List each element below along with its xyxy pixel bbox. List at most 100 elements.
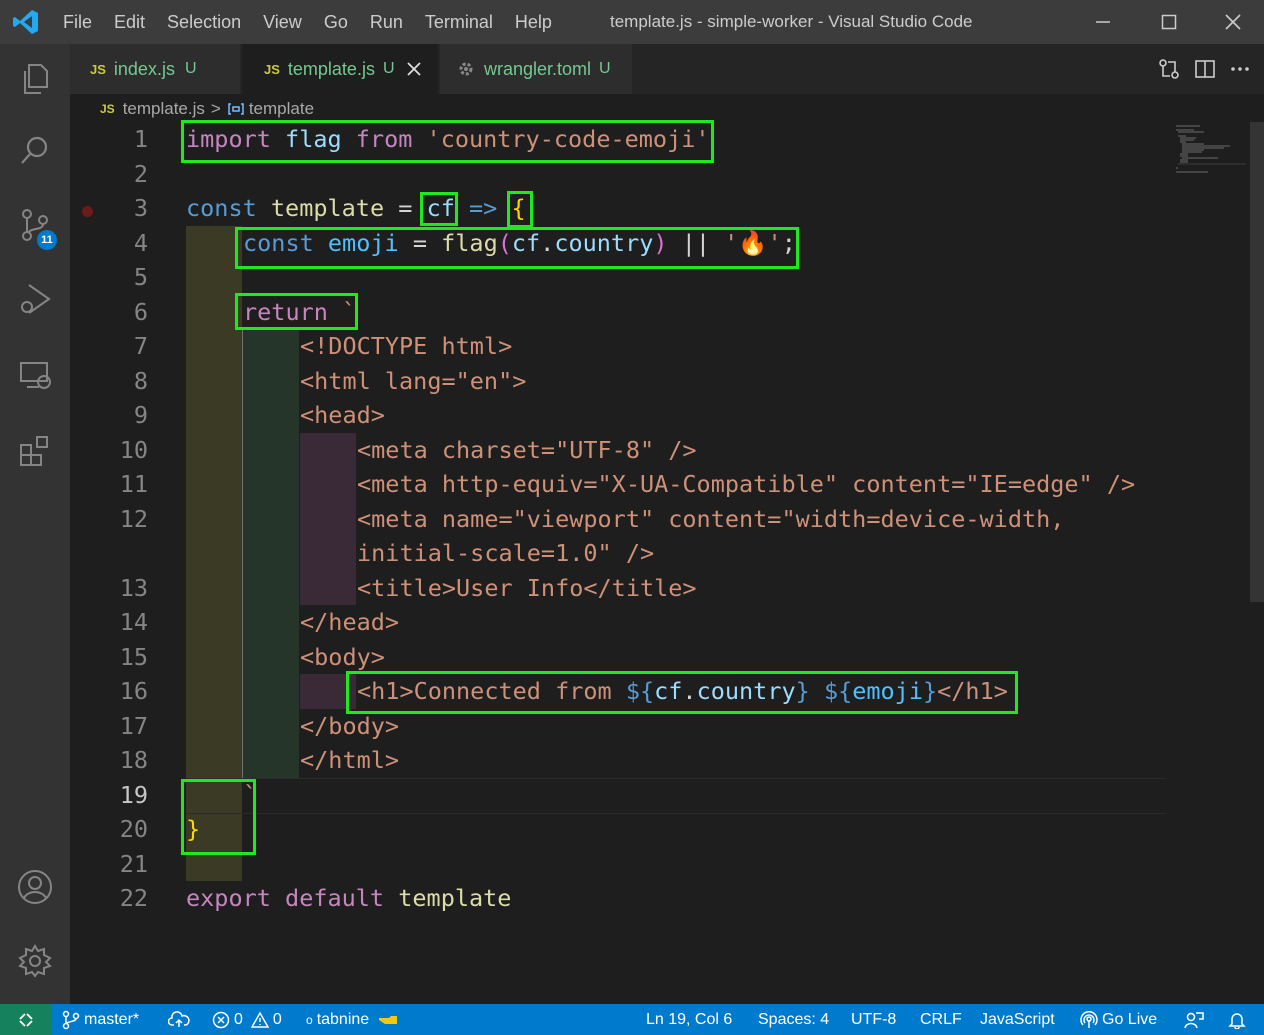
line-number: 4: [133, 228, 148, 257]
line-number: 18: [119, 746, 148, 774]
menu-edit[interactable]: Edit: [103, 12, 156, 33]
run-debug-button[interactable]: [0, 264, 70, 334]
encoding-setting[interactable]: UTF-8: [851, 1004, 896, 1035]
compare-changes-icon[interactable]: [1158, 58, 1180, 80]
line-code: <!DOCTYPE html>: [300, 332, 513, 360]
cloud-sync-icon: [168, 1010, 190, 1027]
source-control-button[interactable]: 11: [0, 190, 70, 260]
scm-badge: 11: [37, 230, 57, 250]
line-code: <meta name="viewport" content="width=dev…: [357, 504, 1065, 533]
line-number: 15: [119, 642, 148, 671]
split-editor-icon[interactable]: [1194, 58, 1216, 80]
menu-go[interactable]: Go: [313, 12, 359, 33]
language-mode[interactable]: JavaScript: [980, 1004, 1055, 1035]
feedback-button[interactable]: [1184, 1004, 1204, 1035]
menu-bar: File Edit Selection View Go Run Terminal…: [52, 0, 563, 44]
breadcrumb: JS template.js > template: [100, 96, 314, 122]
tab-index-js[interactable]: JS index.js U: [70, 44, 240, 94]
menu-file[interactable]: File: [52, 12, 103, 33]
title-bar: File Edit Selection View Go Run Terminal…: [0, 0, 1264, 44]
tab-label: index.js: [113, 58, 175, 79]
line-number: 2: [133, 159, 148, 188]
tab-status: U: [184, 60, 197, 77]
tabnine-indicator[interactable]: o tabnine: [306, 1004, 399, 1035]
menu-help[interactable]: Help: [504, 12, 563, 33]
more-actions-icon[interactable]: [1230, 59, 1250, 79]
menu-selection[interactable]: Selection: [156, 12, 252, 33]
remote-indicator[interactable]: [0, 1004, 52, 1035]
eol-setting[interactable]: CRLF: [920, 1004, 962, 1035]
maximize-button[interactable]: [1136, 0, 1202, 44]
js-file-icon: JS: [90, 61, 106, 77]
code-editor[interactable]: 1 import flag from 'country-code-emoji' 2…: [70, 120, 1264, 1004]
annotation-box: [346, 671, 1018, 714]
tab-wrangler-toml[interactable]: wrangler.toml U: [440, 44, 632, 94]
broadcast-icon: [1080, 1010, 1098, 1028]
indentation-setting[interactable]: Spaces: 4: [758, 1004, 829, 1035]
line-code: </html>: [300, 746, 400, 774]
go-live-label: Go Live: [1102, 1010, 1158, 1028]
menu-run[interactable]: Run: [359, 12, 414, 33]
tab-template-js[interactable]: JS template.js U: [242, 44, 438, 94]
files-icon: [24, 64, 48, 94]
minimap[interactable]: [1174, 122, 1250, 182]
line-number: 19: [119, 780, 148, 809]
branch-indicator[interactable]: master*: [62, 1004, 139, 1035]
tab-status: U: [599, 60, 611, 77]
line-code: <html lang="en">: [300, 366, 527, 395]
js-file-icon: JS: [264, 61, 280, 77]
code-line: 9 <head>: [70, 398, 1246, 433]
line-number: 7: [133, 332, 148, 360]
close-window-button[interactable]: [1200, 0, 1264, 44]
code-line: 10 <meta charset="UTF-8" />: [70, 433, 1246, 468]
code-line: 22 export default template: [70, 881, 1246, 916]
gear-file-icon: [459, 62, 473, 76]
minimize-button[interactable]: [1070, 0, 1136, 44]
code-line: 7 <!DOCTYPE html>: [70, 329, 1246, 364]
js-file-icon: JS: [100, 102, 115, 116]
line-number: 9: [133, 401, 148, 429]
explorer-button[interactable]: [0, 44, 70, 114]
extensions-icon: [20, 436, 48, 466]
warning-icon: [250, 1010, 269, 1028]
line-number: 17: [119, 711, 148, 740]
editor-scrollbar[interactable]: [1250, 122, 1264, 602]
account-icon: [18, 870, 52, 904]
breadcrumb-file[interactable]: template.js: [123, 99, 205, 119]
cursor-position[interactable]: Ln 19, Col 6: [646, 1004, 732, 1035]
accounts-button[interactable]: [0, 852, 70, 922]
remote-explorer-button[interactable]: [0, 340, 70, 410]
menu-view[interactable]: View: [252, 12, 313, 33]
editor-tab-bar: JS index.js U JS template.js U wrangler.…: [70, 44, 1264, 94]
tabnine-dot-icon: o: [306, 1012, 313, 1027]
status-bar: master* 0 0 o tabnine Ln 19, Col 6 Space…: [0, 1004, 1264, 1035]
run-debug-icon: [21, 284, 51, 314]
manage-button[interactable]: [0, 926, 70, 996]
menu-terminal[interactable]: Terminal: [414, 12, 504, 33]
annotation-box: [507, 191, 533, 228]
line-code: <title>User Info</title>: [357, 573, 697, 602]
remote-icon: [19, 1012, 33, 1027]
search-button[interactable]: [0, 116, 70, 186]
go-live-button[interactable]: Go Live: [1080, 1004, 1157, 1035]
code-line: 12 <meta name="viewport" content="width=d…: [70, 502, 1246, 537]
close-tab-icon[interactable]: [406, 62, 421, 76]
line-number: 11: [119, 470, 148, 498]
line-number: 13: [119, 573, 148, 602]
close-icon: [1225, 14, 1241, 30]
gear-icon: [18, 944, 52, 978]
extensions-button[interactable]: [0, 416, 70, 486]
hand-pointer-icon: [379, 1015, 398, 1024]
annotation-box: [420, 192, 458, 226]
problems-indicator[interactable]: 0 0: [212, 1004, 282, 1035]
line-number: 3: [133, 194, 148, 222]
line-number: 6: [133, 297, 148, 326]
notifications-button[interactable]: [1228, 1004, 1246, 1035]
sync-button[interactable]: [168, 1004, 190, 1035]
breadcrumb-symbol[interactable]: template: [249, 99, 314, 119]
tab-status: U: [382, 60, 395, 77]
remote-explorer-icon: [20, 362, 51, 389]
line-code: export default template: [186, 884, 512, 912]
line-number: 12: [119, 504, 148, 533]
annotation-box: [181, 779, 256, 855]
